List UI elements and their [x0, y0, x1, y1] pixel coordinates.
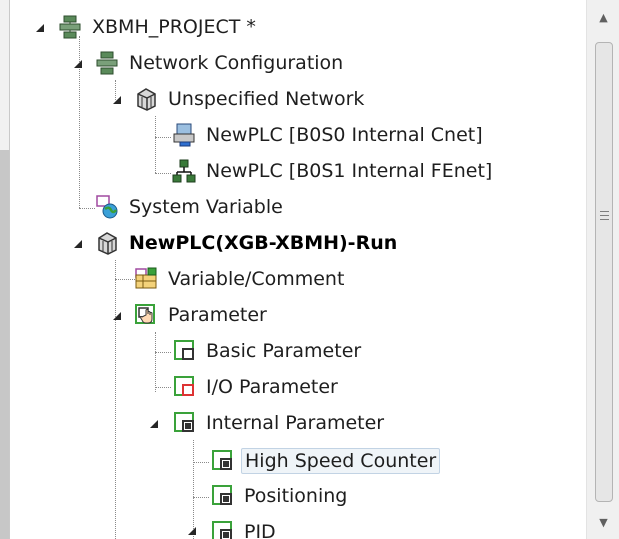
- tree-item-label: I/O Parameter: [206, 376, 338, 398]
- expand-toggle-pid[interactable]: [188, 527, 196, 535]
- tree-item-high-speed-counter[interactable]: High Speed Counter: [210, 443, 441, 479]
- tree-item-label: NewPLC [B0S1 Internal FEnet]: [206, 160, 493, 182]
- expand-toggle-plc[interactable]: [74, 240, 82, 248]
- tree-item-label: Unspecified Network: [168, 88, 365, 110]
- tree-item-plc-run[interactable]: NewPLC(XGB-XBMH)-Run: [95, 225, 400, 261]
- tree-item-label: Internal Parameter: [206, 412, 385, 434]
- expand-toggle-unspecified-network[interactable]: [113, 96, 121, 104]
- serial-port-icon: [172, 122, 196, 148]
- expand-toggle-project[interactable]: [36, 24, 44, 32]
- parameter-hand-icon: [134, 302, 158, 328]
- internal-parameter-icon: [210, 448, 234, 474]
- tree-item-label: NewPLC [B0S0 Internal Cnet]: [206, 124, 483, 146]
- left-border: [0, 0, 10, 539]
- scrollbar-thumb[interactable]: [595, 42, 613, 502]
- vertical-scrollbar[interactable]: ▲ ▼: [586, 0, 619, 539]
- ethernet-icon: [172, 158, 196, 184]
- internal-parameter-icon: [172, 410, 196, 436]
- plc-cube-icon: [95, 230, 119, 256]
- tree-item-label: Parameter: [168, 304, 267, 326]
- network-config-icon: [95, 50, 119, 76]
- tree-item-label: Network Configuration: [129, 52, 344, 74]
- network-cube-icon: [134, 86, 158, 112]
- project-tree-panel: XBMH_PROJECT * Network Configuration Uns…: [0, 0, 619, 539]
- io-parameter-icon: [172, 374, 196, 400]
- variable-table-icon: [134, 266, 158, 292]
- tree-item-parameter[interactable]: Parameter: [134, 297, 270, 333]
- network-config-icon: [58, 14, 82, 40]
- globe-variable-icon: [95, 194, 119, 220]
- tree-item-internal-parameter[interactable]: Internal Parameter: [172, 405, 387, 441]
- tree-item-label: XBMH_PROJECT *: [92, 16, 256, 38]
- tree-item-positioning[interactable]: Positioning: [210, 478, 350, 514]
- tree-item-label: Basic Parameter: [206, 340, 362, 362]
- tree-item-label: System Variable: [129, 196, 283, 218]
- tree-item-plc-cnet[interactable]: NewPLC [B0S0 Internal Cnet]: [172, 117, 486, 153]
- internal-parameter-icon: [210, 519, 234, 539]
- tree-item-label: NewPLC(XGB-XBMH)-Run: [129, 232, 398, 254]
- grip-line: [600, 211, 609, 212]
- tree-item-label: Positioning: [244, 485, 348, 507]
- scroll-up-arrow-icon[interactable]: ▲: [587, 0, 619, 34]
- tree-item-pid[interactable]: PID: [210, 514, 279, 539]
- tree-item-basic-parameter[interactable]: Basic Parameter: [172, 333, 364, 369]
- expand-toggle-internal-parameter[interactable]: [150, 420, 158, 428]
- tree-item-label: PID: [244, 521, 276, 539]
- tree-item-variable-comment[interactable]: Variable/Comment: [134, 261, 347, 297]
- expand-toggle-parameter[interactable]: [113, 312, 121, 320]
- basic-parameter-icon: [172, 338, 196, 364]
- tree-item-label: High Speed Counter: [241, 448, 441, 474]
- tree-item-network-configuration[interactable]: Network Configuration: [95, 45, 346, 81]
- tree-item-unspecified-network[interactable]: Unspecified Network: [134, 81, 367, 117]
- internal-parameter-icon: [210, 483, 234, 509]
- tree-item-io-parameter[interactable]: I/O Parameter: [172, 369, 341, 405]
- tree-item-plc-fenet[interactable]: NewPLC [B0S1 Internal FEnet]: [172, 153, 495, 189]
- tree-item-label: Variable/Comment: [168, 268, 345, 290]
- expand-toggle-network-config[interactable]: [74, 60, 82, 68]
- scroll-down-arrow-icon[interactable]: ▼: [587, 505, 619, 539]
- tree-item-project[interactable]: XBMH_PROJECT *: [58, 9, 259, 45]
- tree-item-system-variable[interactable]: System Variable: [95, 189, 286, 225]
